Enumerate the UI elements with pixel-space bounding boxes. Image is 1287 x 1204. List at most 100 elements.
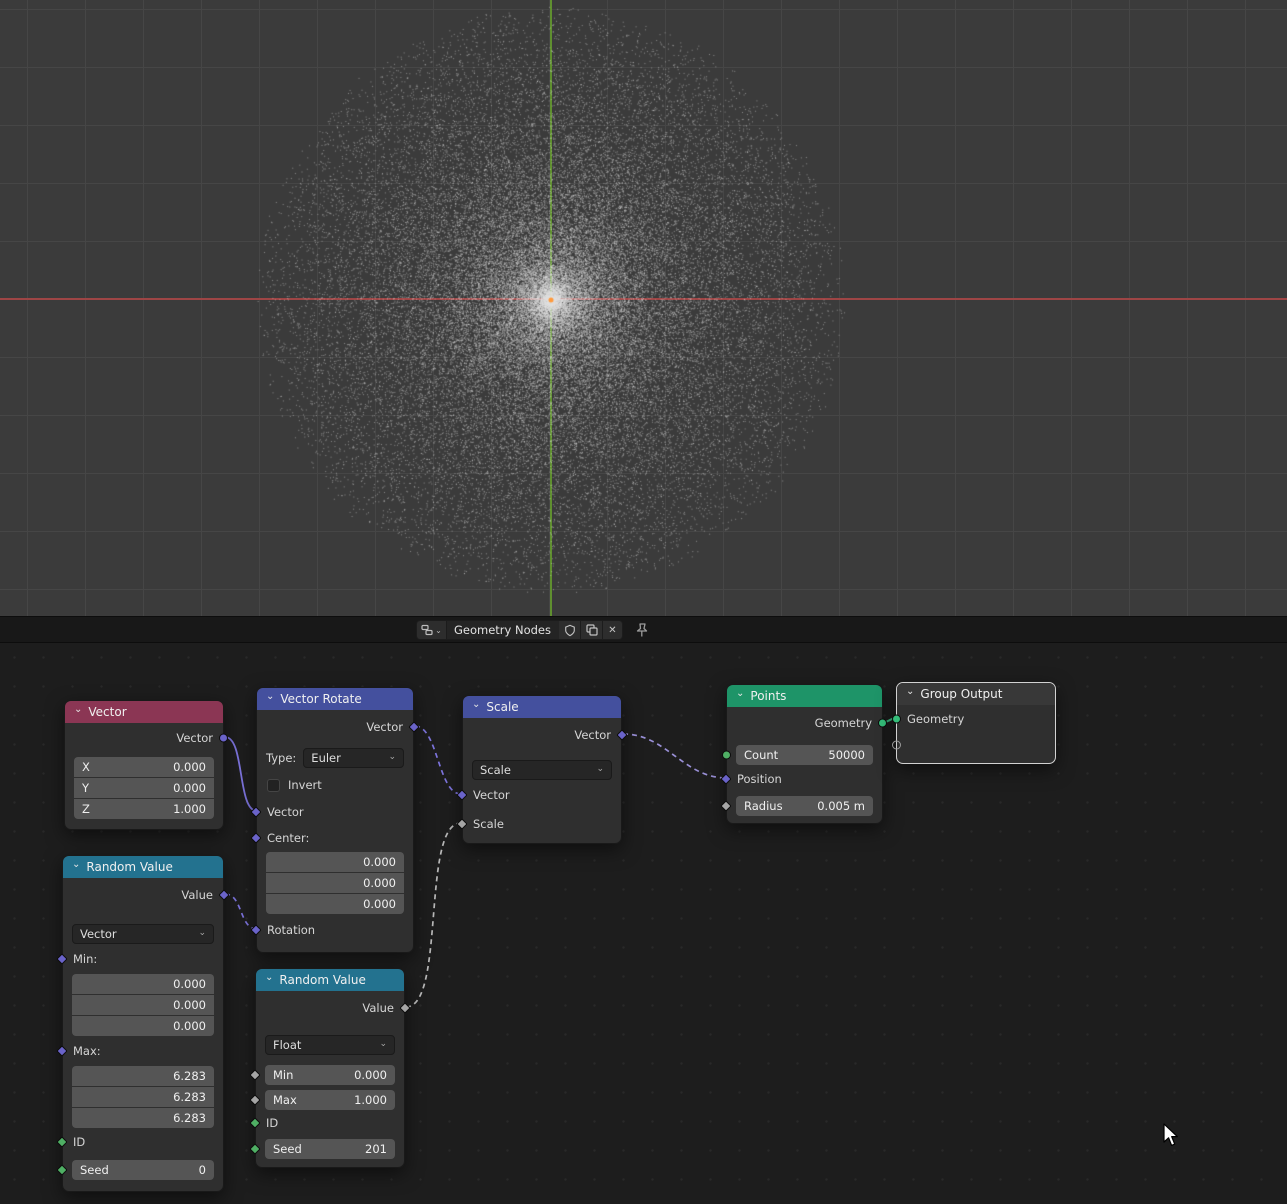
min-row: Min 0.000 xyxy=(249,1065,404,1085)
geometry-output-socket[interactable] xyxy=(878,718,887,728)
collapse-chevron-icon[interactable]: ⌄ xyxy=(265,972,273,982)
center-vector-fields: 0.000 0.000 0.000 xyxy=(266,852,404,914)
center-z-field[interactable]: 0.000 xyxy=(266,894,404,914)
data-type-dropdown[interactable]: Vector ⌄ xyxy=(72,924,214,944)
node-group-output[interactable]: ⌄ Group Output Geometry xyxy=(892,682,1056,764)
socket-label: Position xyxy=(737,772,782,786)
mouse-cursor xyxy=(1163,1123,1178,1146)
browse-nodetree-button[interactable]: ⌄ xyxy=(416,620,447,640)
blender-window: ⌄ Geometry Nodes ✕ ⌄ Vector Vector X 0.0… xyxy=(0,0,1287,1204)
node-group-output-header[interactable]: ⌄ Group Output xyxy=(897,683,1055,705)
socket-label: Geometry xyxy=(907,712,965,726)
field-label: Radius xyxy=(744,799,783,813)
browse-chevron-icon: ⌄ xyxy=(435,625,442,635)
node-random-value-header[interactable]: ⌄ Random Value xyxy=(256,969,404,991)
dropdown-chevron-icon: ⌄ xyxy=(388,752,396,762)
collapse-chevron-icon[interactable]: ⌄ xyxy=(74,704,82,714)
node-title: Scale xyxy=(486,700,519,714)
max-input-row: Max: xyxy=(56,1036,223,1066)
min-vector-fields: 0.000 0.000 0.000 xyxy=(72,974,214,1036)
position-input-row: Position xyxy=(720,765,882,793)
node-points[interactable]: ⌄ Points Geometry Count 50000 Position R… xyxy=(720,684,887,824)
node-vector-header[interactable]: ⌄ Vector xyxy=(65,701,223,723)
field-value: 0.000 xyxy=(173,998,206,1012)
geometry-input-socket[interactable] xyxy=(892,714,901,724)
y-value-field[interactable]: Y 0.000 xyxy=(74,778,214,798)
field-value: 0.000 xyxy=(173,1019,206,1033)
geometry-output-row: Geometry xyxy=(727,707,887,739)
new-copy-button[interactable] xyxy=(581,620,603,640)
node-points-header[interactable]: ⌄ Points xyxy=(727,685,882,707)
collapse-chevron-icon[interactable]: ⌄ xyxy=(906,686,914,696)
socket-label: Vector xyxy=(366,720,403,734)
geometry-input-row: Geometry xyxy=(892,705,1055,733)
z-value-field[interactable]: Z 1.000 xyxy=(74,799,214,819)
node-title: Vector Rotate xyxy=(280,692,362,706)
node-scale-header[interactable]: ⌄ Scale xyxy=(463,696,621,718)
type-row: Type: Euler ⌄ xyxy=(257,744,413,772)
node-vector-rotate[interactable]: ⌄ Vector Rotate Vector Type: Euler ⌄ Inv… xyxy=(250,687,420,953)
min-y-field[interactable]: 0.000 xyxy=(72,995,214,1015)
dropdown-value: Vector xyxy=(80,927,117,941)
3d-viewport[interactable] xyxy=(0,0,1287,616)
collapse-chevron-icon[interactable]: ⌄ xyxy=(736,688,744,698)
node-random-value-vector[interactable]: ⌄ Random Value Value Vector ⌄ Min: 0.000… xyxy=(56,855,230,1192)
socket-label: Vector xyxy=(574,728,611,742)
invert-row: Invert xyxy=(257,772,413,798)
node-vector-rotate-header[interactable]: ⌄ Vector Rotate xyxy=(257,688,413,710)
fake-user-button[interactable] xyxy=(559,620,581,640)
rotation-type-dropdown[interactable]: Euler ⌄ xyxy=(303,748,404,768)
operation-dropdown[interactable]: Scale ⌄ xyxy=(472,760,612,780)
id-input-row: ID xyxy=(56,1128,223,1156)
count-field[interactable]: Count 50000 xyxy=(736,745,873,765)
max-field[interactable]: Max 1.000 xyxy=(265,1090,395,1110)
pin-icon[interactable] xyxy=(634,622,649,638)
socket-label: Max: xyxy=(73,1044,101,1058)
duplicate-icon xyxy=(585,624,598,636)
field-value: 0.000 xyxy=(354,1068,387,1082)
node-editor-header-bar: ⌄ Geometry Nodes ✕ xyxy=(0,616,1287,643)
node-random-value-float[interactable]: ⌄ Random Value Value Float ⌄ Min 0.000 M… xyxy=(249,968,411,1168)
center-x-field[interactable]: 0.000 xyxy=(266,852,404,872)
max-z-field[interactable]: 6.283 xyxy=(72,1108,214,1128)
collapse-chevron-icon[interactable]: ⌄ xyxy=(72,859,80,869)
invert-checkbox[interactable] xyxy=(267,778,280,792)
data-type-dropdown[interactable]: Float ⌄ xyxy=(265,1035,395,1055)
nodetree-name-field[interactable]: Geometry Nodes xyxy=(447,620,559,640)
field-value: 6.283 xyxy=(173,1069,206,1083)
min-input-row: Min: xyxy=(56,944,223,974)
node-random-value-header[interactable]: ⌄ Random Value xyxy=(63,856,223,878)
socket-label: Vector xyxy=(176,731,213,745)
socket-label: Vector xyxy=(267,805,304,819)
node-vector[interactable]: ⌄ Vector Vector X 0.000 Y 0.000 Z 1.000 xyxy=(64,700,228,830)
value-output-row: Value xyxy=(256,991,411,1025)
count-input-socket[interactable] xyxy=(722,750,731,760)
collapse-chevron-icon[interactable]: ⌄ xyxy=(266,691,274,701)
vector-output-socket[interactable] xyxy=(219,733,228,743)
seed-field[interactable]: Seed 201 xyxy=(265,1139,395,1159)
dropdown-chevron-icon: ⌄ xyxy=(596,764,604,774)
field-value: 0.000 xyxy=(173,781,206,795)
field-value: 0.005 m xyxy=(817,799,865,813)
seed-field[interactable]: Seed 0 xyxy=(72,1160,214,1180)
radius-field[interactable]: Radius 0.005 m xyxy=(736,796,873,816)
field-value: 6.283 xyxy=(173,1090,206,1104)
count-row: Count 50000 xyxy=(722,745,882,765)
virtual-input-socket[interactable] xyxy=(892,740,901,750)
min-z-field[interactable]: 0.000 xyxy=(72,1016,214,1036)
socket-label: Rotation xyxy=(267,923,316,937)
max-y-field[interactable]: 6.283 xyxy=(72,1087,214,1107)
dropdown-chevron-icon: ⌄ xyxy=(379,1039,387,1049)
seed-row: Seed 0 xyxy=(56,1160,223,1180)
node-scale[interactable]: ⌄ Scale Vector Scale ⌄ Vector Scale xyxy=(456,695,628,844)
field-value: 1.000 xyxy=(173,802,206,816)
min-field[interactable]: Min 0.000 xyxy=(265,1065,395,1085)
unlink-button[interactable]: ✕ xyxy=(603,620,623,640)
x-value-field[interactable]: X 0.000 xyxy=(74,757,214,777)
center-input-row: Center: xyxy=(250,826,413,850)
center-y-field[interactable]: 0.000 xyxy=(266,873,404,893)
max-x-field[interactable]: 6.283 xyxy=(72,1066,214,1086)
min-x-field[interactable]: 0.000 xyxy=(72,974,214,994)
socket-label: Vector xyxy=(473,788,510,802)
collapse-chevron-icon[interactable]: ⌄ xyxy=(472,699,480,709)
